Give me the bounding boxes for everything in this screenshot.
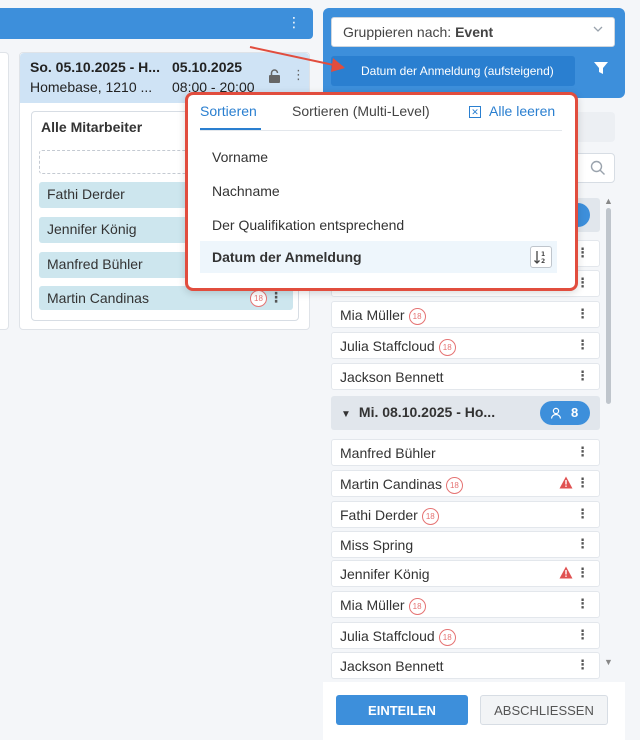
group-by-label: Gruppieren nach:: [343, 24, 452, 40]
sort-option[interactable]: Nachname: [200, 175, 557, 207]
age-18-badge: 18: [408, 597, 426, 615]
warning-icon: [559, 476, 573, 492]
group-count-pill: 8: [540, 401, 590, 425]
list-item[interactable]: Julia Staffcloud 18 ⋮: [331, 332, 600, 359]
row-kebab-icon[interactable]: ⋮: [576, 596, 589, 612]
employee-name: Jackson Bennett: [340, 369, 444, 385]
sort-option-label: Vorname: [212, 149, 269, 165]
age-18-badge: 18: [421, 507, 439, 525]
employee-name: Manfred Bühler: [340, 445, 436, 461]
age-18-badge: 18: [438, 628, 456, 646]
age-18-badge: 18: [438, 338, 456, 356]
sort-option[interactable]: Vorname: [200, 141, 557, 173]
sort-button[interactable]: Datum der Anmeldung (aufsteigend): [331, 56, 575, 86]
caret-down-icon: ▼: [341, 409, 351, 420]
sort-direction-button[interactable]: 12: [530, 246, 552, 268]
list-item[interactable]: Jackson Bennett ⋮: [331, 652, 600, 679]
age-18-badge: 18: [445, 476, 463, 494]
shift-title: So. 05.10.2025 - H...: [30, 59, 160, 75]
shift-location: Homebase, 1210 ...: [30, 79, 153, 95]
sort-ascending-icon: 12: [534, 251, 545, 265]
scroll-up-icon[interactable]: ▲: [604, 196, 613, 206]
row-kebab-icon[interactable]: ⋮: [576, 565, 589, 581]
sort-button-label: Datum der Anmeldung (aufsteigend): [361, 64, 554, 78]
tabs-divider: [200, 130, 562, 131]
group-title: Mi. 08.10.2025 - Ho...: [358, 404, 496, 420]
employee-name: Jackson Bennett: [340, 658, 444, 674]
sort-option-label: Nachname: [212, 183, 280, 199]
sort-option-selected[interactable]: Datum der Anmeldung 12: [200, 241, 557, 273]
list-item[interactable]: Manfred Bühler ⋮: [331, 439, 600, 466]
employee-name: Mia Müller: [340, 597, 405, 613]
sort-option-label: Datum der Anmeldung: [212, 249, 362, 265]
row-kebab-icon[interactable]: ⋮: [576, 306, 589, 322]
list-item[interactable]: Martin Candinas 18 ⋮: [331, 470, 600, 497]
employee-name: Jennifer König: [340, 566, 430, 582]
chevron-down-icon: [592, 23, 604, 38]
employee-name: Miss Spring: [340, 537, 414, 553]
employee-name: Julia Staffcloud: [340, 628, 435, 644]
row-kebab-icon[interactable]: ⋮: [576, 368, 589, 384]
svg-text:2: 2: [541, 258, 545, 265]
list-item[interactable]: Miss Spring ⋮: [331, 531, 600, 558]
list-item[interactable]: Mia Müller 18 ⋮: [331, 591, 600, 618]
action-bar: EINTEILEN ABSCHLIESSEN: [323, 682, 625, 740]
row-kebab-icon[interactable]: ⋮: [576, 337, 589, 353]
list-item[interactable]: Mia Müller 18 ⋮: [331, 301, 600, 328]
filter-icon[interactable]: [593, 60, 609, 81]
employee-name: Fathi Derder: [340, 507, 418, 523]
row-kebab-icon[interactable]: ⋮: [576, 627, 589, 643]
staff-name: Fathi Derder: [47, 186, 125, 202]
list-toolbar: [573, 112, 615, 142]
row-kebab-icon[interactable]: ⋮: [576, 444, 589, 460]
row-kebab-icon[interactable]: ⋮: [576, 475, 589, 491]
shift-date: 05.10.2025: [172, 59, 243, 75]
staff-name: Manfred Bühler: [47, 256, 143, 272]
user-icon: [550, 407, 562, 419]
sort-option[interactable]: Der Qualifikation entsprechend: [200, 209, 557, 241]
list-item[interactable]: Fathi Derder 18 ⋮: [331, 501, 600, 528]
group-by-value: Event: [455, 24, 494, 40]
kebab-menu-icon[interactable]: ⋮: [287, 14, 301, 31]
staff-name: Jennifer König: [47, 221, 137, 237]
list-item[interactable]: Jackson Bennett ⋮: [331, 363, 600, 390]
group-by-select[interactable]: Gruppieren nach: Event: [331, 17, 615, 47]
active-tab-indicator: [200, 128, 261, 130]
staff-box-title: Alle Mitarbeiter: [41, 119, 143, 135]
scroll-down-icon[interactable]: ▼: [604, 657, 613, 667]
employee-name: Mia Müller: [340, 307, 405, 323]
svg-text:1: 1: [541, 251, 545, 258]
age-18-badge: 18: [408, 307, 426, 325]
right-panel-header: Gruppieren nach: Event Datum der Anmeldu…: [323, 8, 625, 98]
clear-all-link[interactable]: ✕ Alle leeren: [469, 103, 555, 119]
list-item[interactable]: Julia Staffcloud 18 ⋮: [331, 622, 600, 649]
row-kebab-icon[interactable]: ⋮: [576, 657, 589, 673]
staff-kebab-icon[interactable]: ⋮: [269, 289, 283, 306]
previous-shift-card: [0, 52, 9, 330]
scrollbar-thumb[interactable]: [606, 208, 611, 404]
row-kebab-icon[interactable]: ⋮: [576, 536, 589, 552]
warning-icon: [559, 566, 573, 582]
age-18-badge: 18: [250, 290, 267, 307]
finish-button[interactable]: ABSCHLIESSEN: [480, 695, 608, 725]
staff-name: Martin Candinas: [47, 290, 149, 306]
tab-sort[interactable]: Sortieren: [200, 103, 257, 119]
group-count: 8: [571, 405, 579, 420]
employee-name: Julia Staffcloud: [340, 338, 435, 354]
shift-kebab-icon[interactable]: ⋮: [292, 67, 305, 83]
shift-toolbar: ⋮: [0, 8, 313, 39]
list-item[interactable]: Jennifer König ⋮: [331, 560, 600, 587]
clear-all-label: Alle leeren: [489, 103, 556, 119]
assign-button[interactable]: EINTEILEN: [336, 695, 468, 725]
search-icon: [590, 160, 606, 181]
sort-option-label: Der Qualifikation entsprechend: [212, 217, 405, 233]
tab-sort-multi-level[interactable]: Sortieren (Multi-Level): [292, 103, 430, 119]
unlock-icon[interactable]: [268, 69, 281, 86]
close-icon: ✕: [469, 106, 481, 119]
row-kebab-icon[interactable]: ⋮: [576, 506, 589, 522]
group-header[interactable]: ▼ Mi. 08.10.2025 - Ho... 8: [331, 396, 600, 430]
sort-popup: Sortieren Sortieren (Multi-Level) ✕ Alle …: [185, 92, 578, 291]
employee-name: Martin Candinas: [340, 476, 442, 492]
